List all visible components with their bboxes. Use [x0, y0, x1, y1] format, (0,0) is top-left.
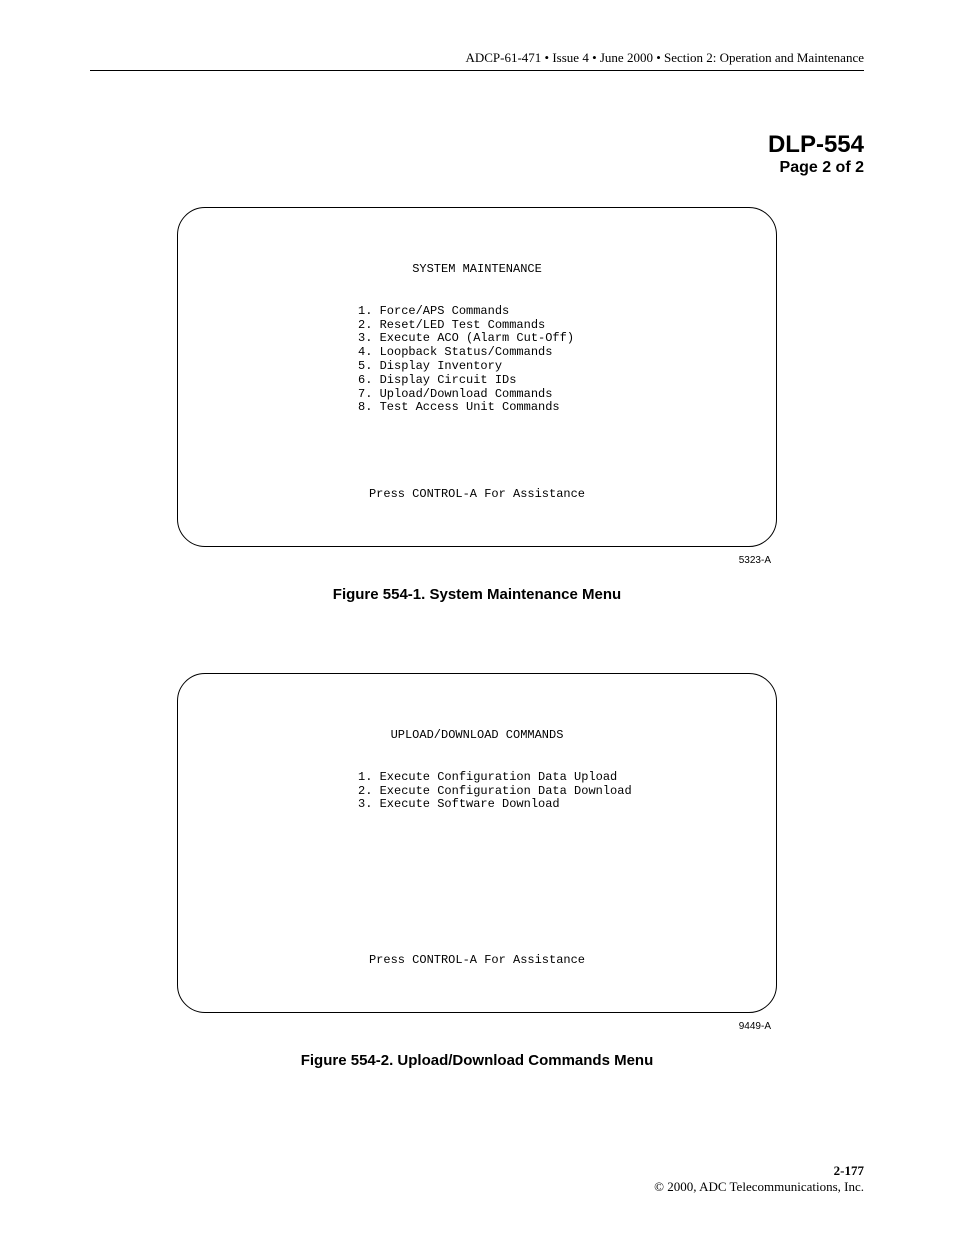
footer-copyright: © 2000, ADC Telecommunications, Inc.	[654, 1179, 864, 1195]
terminal-menu: 1. Execute Configuration Data Upload 2. …	[358, 771, 746, 812]
menu-item: 2. Reset/LED Test Commands	[358, 319, 746, 333]
menu-item: 2. Execute Configuration Data Download	[358, 785, 746, 799]
page-indicator: Page 2 of 2	[90, 159, 864, 177]
document-id: DLP-554	[90, 131, 864, 159]
figure-id-label: 9449-A	[177, 1021, 777, 1032]
figure-caption: Figure 554-2. Upload/Download Commands M…	[177, 1052, 777, 1069]
terminal-screen-1: SYSTEM MAINTENANCE 1. Force/APS Commands…	[177, 207, 777, 547]
page-header: ADCP-61-471 • Issue 4 • June 2000 • Sect…	[90, 50, 864, 71]
terminal-title: SYSTEM MAINTENANCE	[208, 263, 746, 277]
menu-item: 1. Execute Configuration Data Upload	[358, 771, 746, 785]
page-footer: 2-177 © 2000, ADC Telecommunications, In…	[654, 1163, 864, 1195]
terminal-screen-2: UPLOAD/DOWNLOAD COMMANDS 1. Execute Conf…	[177, 673, 777, 1013]
footer-page-number: 2-177	[654, 1163, 864, 1179]
menu-item: 8. Test Access Unit Commands	[358, 401, 746, 415]
terminal-footer-hint: Press CONTROL-A For Assistance	[178, 488, 776, 502]
menu-item: 7. Upload/Download Commands	[358, 388, 746, 402]
menu-item: 5. Display Inventory	[358, 360, 746, 374]
menu-item: 4. Loopback Status/Commands	[358, 346, 746, 360]
terminal-title: UPLOAD/DOWNLOAD COMMANDS	[208, 729, 746, 743]
figure-1-block: SYSTEM MAINTENANCE 1. Force/APS Commands…	[177, 207, 777, 603]
terminal-footer-hint: Press CONTROL-A For Assistance	[178, 954, 776, 968]
document-page: ADCP-61-471 • Issue 4 • June 2000 • Sect…	[0, 0, 954, 1235]
figure-id-label: 5323-A	[177, 555, 777, 566]
menu-item: 3. Execute ACO (Alarm Cut-Off)	[358, 332, 746, 346]
terminal-menu: 1. Force/APS Commands 2. Reset/LED Test …	[358, 305, 746, 415]
menu-item: 3. Execute Software Download	[358, 798, 746, 812]
menu-item: 1. Force/APS Commands	[358, 305, 746, 319]
menu-item: 6. Display Circuit IDs	[358, 374, 746, 388]
figure-2-block: UPLOAD/DOWNLOAD COMMANDS 1. Execute Conf…	[177, 673, 777, 1069]
figure-caption: Figure 554-1. System Maintenance Menu	[177, 586, 777, 603]
